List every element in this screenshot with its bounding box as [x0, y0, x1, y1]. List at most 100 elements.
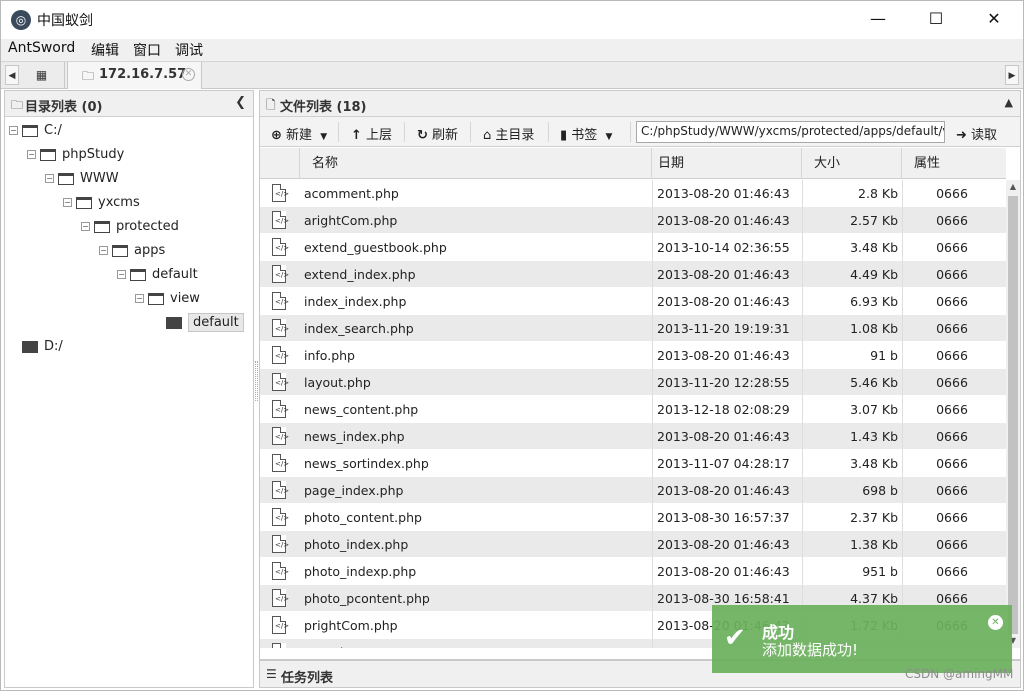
tab-home-grid-icon[interactable]: ▦ [19, 62, 65, 89]
panel-splitter[interactable] [255, 361, 258, 401]
file-icon-cell: </> [260, 234, 300, 261]
tree-node[interactable]: − yxcms [63, 195, 140, 215]
toast-close-icon[interactable]: ✕ [988, 615, 1003, 630]
scrollbar-thumb[interactable] [1008, 196, 1018, 634]
maximize-button[interactable]: ☐ [907, 1, 965, 37]
tree-node[interactable]: − protected [81, 219, 179, 239]
file-row[interactable]: </> index_search.php 2013-11-20 19:19:31 1.… [260, 315, 1006, 342]
php-file-icon: </> [272, 454, 289, 472]
header-date[interactable]: 日期 [652, 148, 802, 179]
file-row[interactable]: </> arightCom.php 2013-08-20 01:46:43 2.57 … [260, 207, 1006, 234]
read-button[interactable]: ➜ 读取 [956, 124, 997, 143]
toolbar-divider [470, 122, 471, 142]
tree-collapse-icon[interactable]: − [27, 150, 36, 159]
plus-circle-icon: ⊕ [271, 128, 282, 143]
tree-node[interactable]: − apps [99, 243, 165, 263]
file-row[interactable]: </> extend_index.php 2013-08-20 01:46:43 4.… [260, 261, 1006, 288]
file-row[interactable]: </> news_sortindex.php 2013-11-07 04:28:17… [260, 450, 1006, 477]
folder-icon [76, 196, 92, 209]
tree-collapse-icon[interactable]: − [45, 174, 54, 183]
file-date: 2013-08-20 01:46:43 [657, 537, 790, 552]
file-toolbar: ⊕ 新建 ▼ ↑ 上层 ↻ 刷新 ⌂ 主目录 ▮ 书签 ▼ C:/phpStud… [260, 117, 1020, 147]
tab-bar: ◀ ▦ 🗀 172.16.7.57 ✕ ▶ [1, 61, 1023, 89]
home-button[interactable]: ⌂ 主目录 [483, 124, 534, 143]
menu-edit[interactable]: 编辑 [91, 40, 119, 60]
tree-collapse-icon[interactable]: − [81, 222, 90, 231]
folder-icon [94, 220, 110, 233]
scroll-up-icon[interactable]: ▲ [1006, 180, 1020, 194]
tree-collapse-icon[interactable]: − [9, 126, 18, 135]
file-date: 2013-08-20 01:46:43 [657, 186, 790, 201]
caret-down-icon: ▼ [320, 132, 328, 142]
tree-node-label: yxcms [98, 195, 140, 210]
file-row[interactable]: </> news_content.php 2013-12-18 02:08:29 3.… [260, 396, 1006, 423]
folder-icon [40, 148, 56, 161]
tree-node[interactable]: default [153, 313, 244, 335]
menu-debug[interactable]: 调试 [175, 40, 203, 60]
file-row[interactable]: </> info.php 2013-08-20 01:46:43 91 b 0666 [260, 342, 1006, 369]
file-row[interactable]: </> extend_guestbook.php 2013-10-14 02:36:… [260, 234, 1006, 261]
file-row[interactable]: </> index_index.php 2013-08-20 01:46:43 6.9… [260, 288, 1006, 315]
read-label: 读取 [971, 128, 998, 143]
collapse-up-icon[interactable]: ▲ [1005, 96, 1013, 109]
file-row[interactable]: </> photo_content.php 2013-08-30 16:57:37 2… [260, 504, 1006, 531]
tab-scroll-left-icon[interactable]: ◀ [5, 65, 19, 85]
file-grid-scrollbar[interactable]: ▲ ▼ [1006, 180, 1020, 648]
tree-node[interactable]: − view [135, 291, 200, 311]
menu-antsword[interactable]: AntSword [8, 40, 75, 56]
file-row[interactable]: </> news_index.php 2013-08-20 01:46:43 1.43… [260, 423, 1006, 450]
file-date: 2013-08-20 01:46:43 [657, 564, 790, 579]
tree-node[interactable]: − C:/ [9, 123, 62, 143]
file-row[interactable]: </> layout.php 2013-11-20 12:28:55 5.46 Kb 0… [260, 369, 1006, 396]
file-icon-cell: </> [260, 531, 300, 558]
file-row[interactable]: </> acomment.php 2013-08-20 01:46:43 2.8 Kb… [260, 180, 1006, 207]
file-size: 2.8 Kb [858, 186, 898, 201]
new-button[interactable]: ⊕ 新建 ▼ [271, 124, 327, 143]
column-divider [902, 180, 903, 648]
directory-panel-header: 🗀 目录列表 (0) ❮ [5, 91, 253, 117]
close-button[interactable]: ✕ [965, 1, 1023, 37]
tab-close-icon[interactable]: ✕ [182, 68, 195, 81]
tree-collapse-icon[interactable]: − [117, 270, 126, 279]
file-name: news_sortindex.php [304, 456, 429, 471]
file-attr: 0666 [936, 564, 968, 579]
file-date: 2013-08-20 01:46:43 [657, 429, 790, 444]
file-attr: 0666 [936, 537, 968, 552]
php-file-icon: </> [272, 481, 289, 499]
file-date: 2013-08-30 16:57:37 [657, 510, 790, 525]
file-row[interactable]: </> photo_indexp.php 2013-08-20 01:46:43 95… [260, 558, 1006, 585]
header-size[interactable]: 大小 [802, 148, 902, 179]
tab-shell[interactable]: 🗀 172.16.7.57 ✕ [67, 62, 202, 89]
directory-panel-title: 目录列表 (0) [25, 100, 103, 115]
refresh-button[interactable]: ↻ 刷新 [417, 124, 458, 143]
tree-collapse-icon[interactable]: − [135, 294, 144, 303]
folder-icon [22, 124, 38, 137]
tab-scroll-right-icon[interactable]: ▶ [1005, 65, 1019, 85]
tree-node[interactable]: − WWW [45, 171, 119, 191]
file-row[interactable]: </> page_index.php 2013-08-20 01:46:43 698 … [260, 477, 1006, 504]
bookmark-button[interactable]: ▮ 书签 ▼ [560, 124, 612, 143]
file-name: photo_index.php [304, 537, 409, 552]
up-button[interactable]: ↑ 上层 [351, 124, 392, 143]
file-attr: 0666 [936, 321, 968, 336]
tree-node-label: apps [134, 243, 166, 258]
minimize-button[interactable]: — [849, 1, 907, 37]
file-icon-cell: </> [260, 369, 300, 396]
header-attr[interactable]: 属性 [902, 148, 1006, 179]
collapse-left-icon[interactable]: ❮ [235, 95, 246, 110]
path-input[interactable]: C:/phpStudy/WWW/yxcms/protected/apps/def… [636, 121, 945, 143]
tree-node[interactable]: D:/ [9, 339, 63, 359]
tab-shell-label: 172.16.7.57 [99, 67, 187, 82]
file-row[interactable]: </> photo_index.php 2013-08-20 01:46:43 1.3… [260, 531, 1006, 558]
file-size: 91 b [870, 348, 898, 363]
file-size: 2.57 Kb [850, 213, 898, 228]
tree-node[interactable]: − default [117, 267, 198, 287]
tree-node[interactable]: − phpStudy [27, 147, 124, 167]
header-name[interactable]: 名称 [300, 148, 652, 179]
tree-collapse-icon[interactable]: − [63, 198, 72, 207]
tree-collapse-icon[interactable]: − [99, 246, 108, 255]
menu-window[interactable]: 窗口 [133, 40, 161, 60]
file-name: layout.php [304, 375, 371, 390]
php-file-icon: </> [272, 292, 289, 310]
php-file-icon: </> [272, 535, 289, 553]
